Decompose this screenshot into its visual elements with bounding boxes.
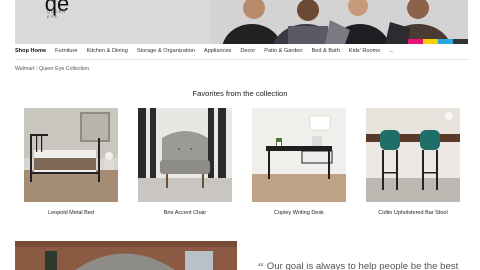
nav-shop-home[interactable]: Shop Home: [15, 48, 46, 54]
quote-mark: “: [258, 259, 264, 270]
nav-storage-organization[interactable]: Storage & Organization: [137, 48, 195, 54]
product-image[interactable]: [366, 108, 460, 202]
breadcrumb-separator: /: [36, 66, 38, 72]
nav-kitchen-dining[interactable]: Kitchen & Dining: [86, 48, 127, 54]
nav-divider: [15, 59, 468, 60]
desk-image: [252, 108, 346, 202]
product-name[interactable]: Leopold Metal Bed: [24, 210, 118, 216]
nav-kids-rooms[interactable]: Kids' Rooms: [349, 48, 380, 54]
breadcrumb: Walmart / Queer Eye Collection: [15, 66, 89, 72]
product-card[interactable]: Leopold Metal Bed: [24, 108, 118, 216]
product-card[interactable]: Copley Writing Desk: [252, 108, 346, 216]
category-nav: Shop Home Furniture Kitchen & Dining Sto…: [15, 44, 468, 58]
breadcrumb-current: Queer Eye Collection: [38, 66, 90, 72]
nav-appliances[interactable]: Appliances: [204, 48, 231, 54]
product-card[interactable]: Coltin Upholstered Bar Stool: [366, 108, 460, 216]
hero-photo: [210, 0, 468, 44]
hero-banner[interactable]: qe QUEER EYE: [15, 0, 468, 44]
product-name[interactable]: Copley Writing Desk: [252, 210, 346, 216]
product-card[interactable]: Brie Accent Chair: [138, 108, 232, 216]
quote-text: Our goal is always to help people be the…: [266, 261, 459, 270]
bed-image: [24, 108, 118, 202]
chair-image: [138, 108, 232, 202]
bedroom-image: [15, 241, 237, 270]
page: qe QUEER EYE Shop Home Furniture Kitchen…: [0, 0, 480, 270]
breadcrumb-root[interactable]: Walmart: [15, 66, 35, 72]
collection-quote: “Our goal is always to help people be th…: [258, 259, 458, 270]
product-image[interactable]: [24, 108, 118, 202]
bar-stool-image: [366, 108, 460, 202]
logo-subtitle: QUEER EYE: [47, 9, 67, 19]
product-name[interactable]: Coltin Upholstered Bar Stool: [366, 210, 460, 216]
product-name[interactable]: Brie Accent Chair: [138, 210, 232, 216]
nav-more[interactable]: ...: [389, 48, 394, 54]
queer-eye-logo[interactable]: qe QUEER EYE: [37, 0, 77, 24]
nav-patio-garden[interactable]: Patio & Garden: [264, 48, 302, 54]
product-image[interactable]: [138, 108, 232, 202]
section-title: Favorites from the collection: [192, 89, 288, 98]
nav-furniture[interactable]: Furniture: [55, 48, 77, 54]
nav-decor[interactable]: Decor: [240, 48, 255, 54]
nav-bed-bath[interactable]: Bed & Bath: [312, 48, 340, 54]
collection-lifestyle-image[interactable]: [15, 241, 237, 270]
product-image[interactable]: [252, 108, 346, 202]
